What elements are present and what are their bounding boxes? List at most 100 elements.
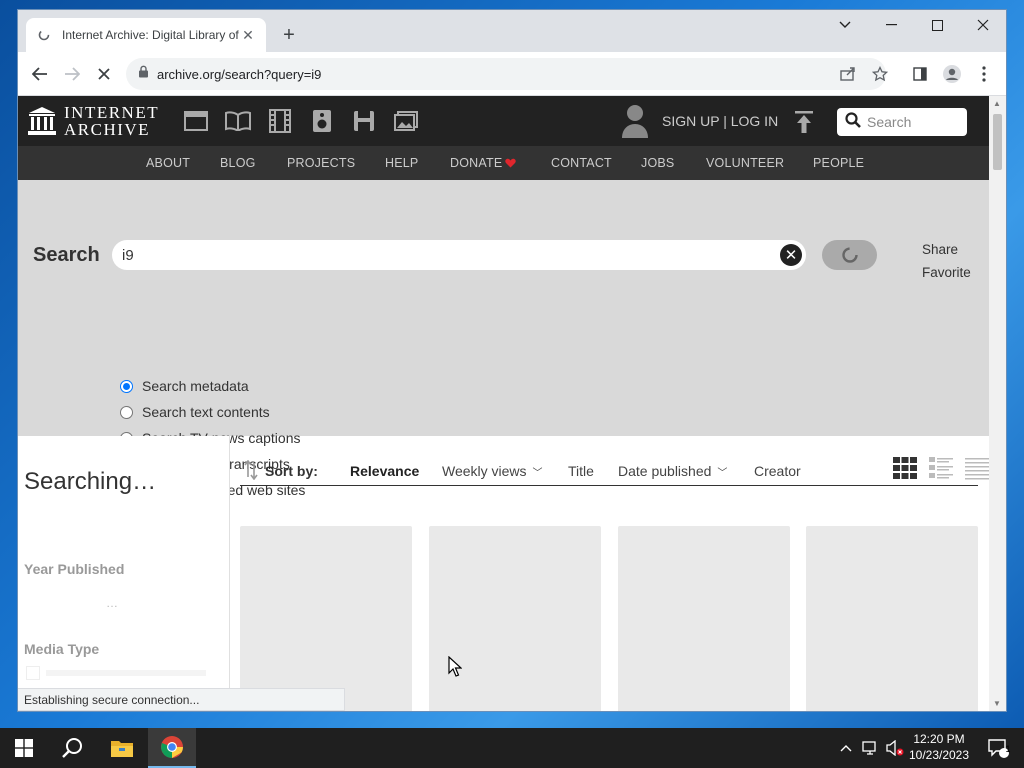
ia-nav-bar: ABOUT BLOG PROJECTS HELP DONATE CONTACT … — [18, 146, 989, 180]
radio-search-metadata[interactable]: Search metadata — [120, 378, 249, 394]
browser-status-bubble: Establishing secure connection... — [18, 688, 345, 711]
scroll-down-icon[interactable]: ▼ — [993, 699, 1001, 708]
share-link[interactable]: Share — [922, 242, 958, 257]
sort-relevance[interactable]: Relevance — [350, 463, 419, 479]
browser-toolbar: archive.org/search?query=i9 — [18, 52, 1006, 96]
share-page-icon[interactable] — [834, 60, 862, 88]
minimize-button[interactable] — [868, 10, 914, 40]
nav-help[interactable]: HELP — [385, 156, 418, 170]
searching-status: Searching… — [24, 468, 157, 495]
new-tab-button[interactable]: + — [276, 22, 302, 48]
radio-label: Search text contents — [142, 404, 270, 420]
scrollbar-thumb[interactable] — [993, 114, 1002, 170]
signup-login-link[interactable]: SIGN UP | LOG IN — [662, 113, 778, 129]
ia-header: INTERNET ARCHIVE SIGN UP | LOG IN Search — [18, 96, 989, 146]
search-input[interactable]: i9 ✕ — [112, 240, 806, 270]
browser-tab[interactable]: Internet Archive: Digital Library of Fre… — [26, 18, 266, 52]
windows-logo-icon — [15, 739, 33, 757]
browser-window: Internet Archive: Digital Library of Fre… — [18, 10, 1006, 711]
nav-contact[interactable]: CONTACT — [551, 156, 612, 170]
volume-muted-icon[interactable] — [884, 728, 906, 768]
sort-by-label: Sort by: — [265, 463, 318, 479]
result-tile-placeholder — [806, 526, 978, 711]
clock-date: 10/23/2023 — [908, 748, 970, 762]
chrome-taskbar-icon[interactable] — [148, 728, 196, 768]
results-divider — [229, 436, 230, 711]
nav-people[interactable]: PEOPLE — [813, 156, 864, 170]
notifications-icon[interactable]: 1 — [978, 728, 1018, 768]
chevron-down-icon: ﹀ — [717, 468, 728, 479]
nav-volunteer[interactable]: VOLUNTEER — [706, 156, 784, 170]
search-submit-button[interactable] — [822, 240, 877, 270]
sort-weekly-views-label: Weekly views — [442, 463, 527, 479]
ia-temple-icon — [28, 107, 56, 135]
show-hidden-icons-chevron-icon[interactable] — [836, 728, 856, 768]
sort-weekly-views[interactable]: Weekly views ﹀ — [442, 463, 543, 479]
loading-spinner-icon — [841, 247, 858, 263]
software-icon[interactable] — [350, 108, 378, 134]
web-icon[interactable] — [182, 108, 210, 134]
page-viewport: INTERNET ARCHIVE SIGN UP | LOG IN Search… — [18, 96, 989, 711]
images-icon[interactable] — [392, 108, 420, 134]
video-icon[interactable] — [266, 108, 294, 134]
user-avatar-icon[interactable] — [620, 104, 650, 143]
close-window-button[interactable] — [960, 10, 1006, 40]
side-panel-icon[interactable] — [906, 60, 934, 88]
sort-title[interactable]: Title — [568, 463, 594, 479]
search-heading: Search — [33, 244, 100, 266]
back-button[interactable] — [26, 60, 54, 88]
nav-jobs[interactable]: JOBS — [641, 156, 674, 170]
donate-heart-icon — [505, 157, 516, 171]
logo-text-archive: ARCHIVE — [64, 120, 151, 139]
network-icon[interactable] — [860, 728, 882, 768]
profile-avatar-icon[interactable] — [938, 60, 966, 88]
grid-view-icon[interactable] — [892, 456, 918, 480]
url-text: archive.org/search?query=i9 — [157, 66, 322, 82]
result-tile-placeholder — [240, 526, 412, 711]
ia-header-search[interactable]: Search — [837, 108, 967, 136]
search-query-value: i9 — [122, 246, 134, 264]
start-button[interactable] — [0, 728, 48, 768]
browser-menu-icon[interactable] — [970, 60, 998, 88]
sort-date-published-label: Date published — [618, 463, 712, 479]
sort-creator[interactable]: Creator — [754, 463, 801, 479]
maximize-button[interactable] — [914, 10, 960, 40]
clear-search-icon[interactable]: ✕ — [780, 244, 802, 266]
stop-loading-button[interactable] — [90, 60, 118, 88]
address-bar[interactable]: archive.org/search?query=i9 — [126, 58, 886, 90]
file-explorer-icon[interactable] — [98, 728, 146, 768]
texts-icon[interactable] — [224, 108, 252, 134]
sort-date-published[interactable]: Date published ﹀ — [618, 463, 727, 479]
list-compact-view-icon[interactable] — [964, 456, 989, 480]
result-tile-placeholder — [618, 526, 790, 711]
scroll-up-icon[interactable]: ▲ — [993, 99, 1001, 108]
ia-logo[interactable]: INTERNET ARCHIVE — [28, 104, 159, 138]
facet-label-placeholder — [46, 670, 206, 676]
taskbar-clock[interactable]: 12:20 PM 10/23/2023 — [904, 731, 974, 763]
radio-button-checked[interactable] — [120, 379, 133, 393]
taskbar-search-icon[interactable] — [48, 728, 96, 768]
nav-about[interactable]: ABOUT — [146, 156, 190, 170]
search-panel: Search i9 ✕ Share Favorite Search metada… — [18, 180, 989, 498]
favorite-link[interactable]: Favorite — [922, 265, 971, 280]
sort-direction-icon[interactable] — [244, 459, 258, 485]
nav-donate[interactable]: DONATE — [450, 156, 502, 170]
radio-button[interactable] — [120, 405, 133, 419]
result-tile-placeholder — [429, 526, 601, 711]
radio-search-text[interactable]: Search text contents — [120, 404, 270, 420]
tab-close-icon[interactable]: ✕ — [240, 27, 256, 44]
radio-label: Search metadata — [142, 378, 249, 394]
chevron-down-icon: ﹀ — [532, 468, 543, 479]
nav-blog[interactable]: BLOG — [220, 156, 256, 170]
search-icon — [845, 111, 861, 133]
lock-icon — [138, 65, 149, 83]
forward-button[interactable] — [58, 60, 86, 88]
bookmark-star-icon[interactable] — [866, 60, 894, 88]
page-scrollbar[interactable]: ▲ ▼ — [989, 96, 1006, 711]
tab-search-button[interactable] — [822, 10, 868, 40]
upload-icon[interactable] — [794, 110, 814, 139]
loading-favicon-icon — [36, 27, 52, 43]
nav-projects[interactable]: PROJECTS — [287, 156, 355, 170]
list-detail-view-icon[interactable] — [928, 456, 954, 480]
audio-icon[interactable] — [308, 108, 336, 134]
